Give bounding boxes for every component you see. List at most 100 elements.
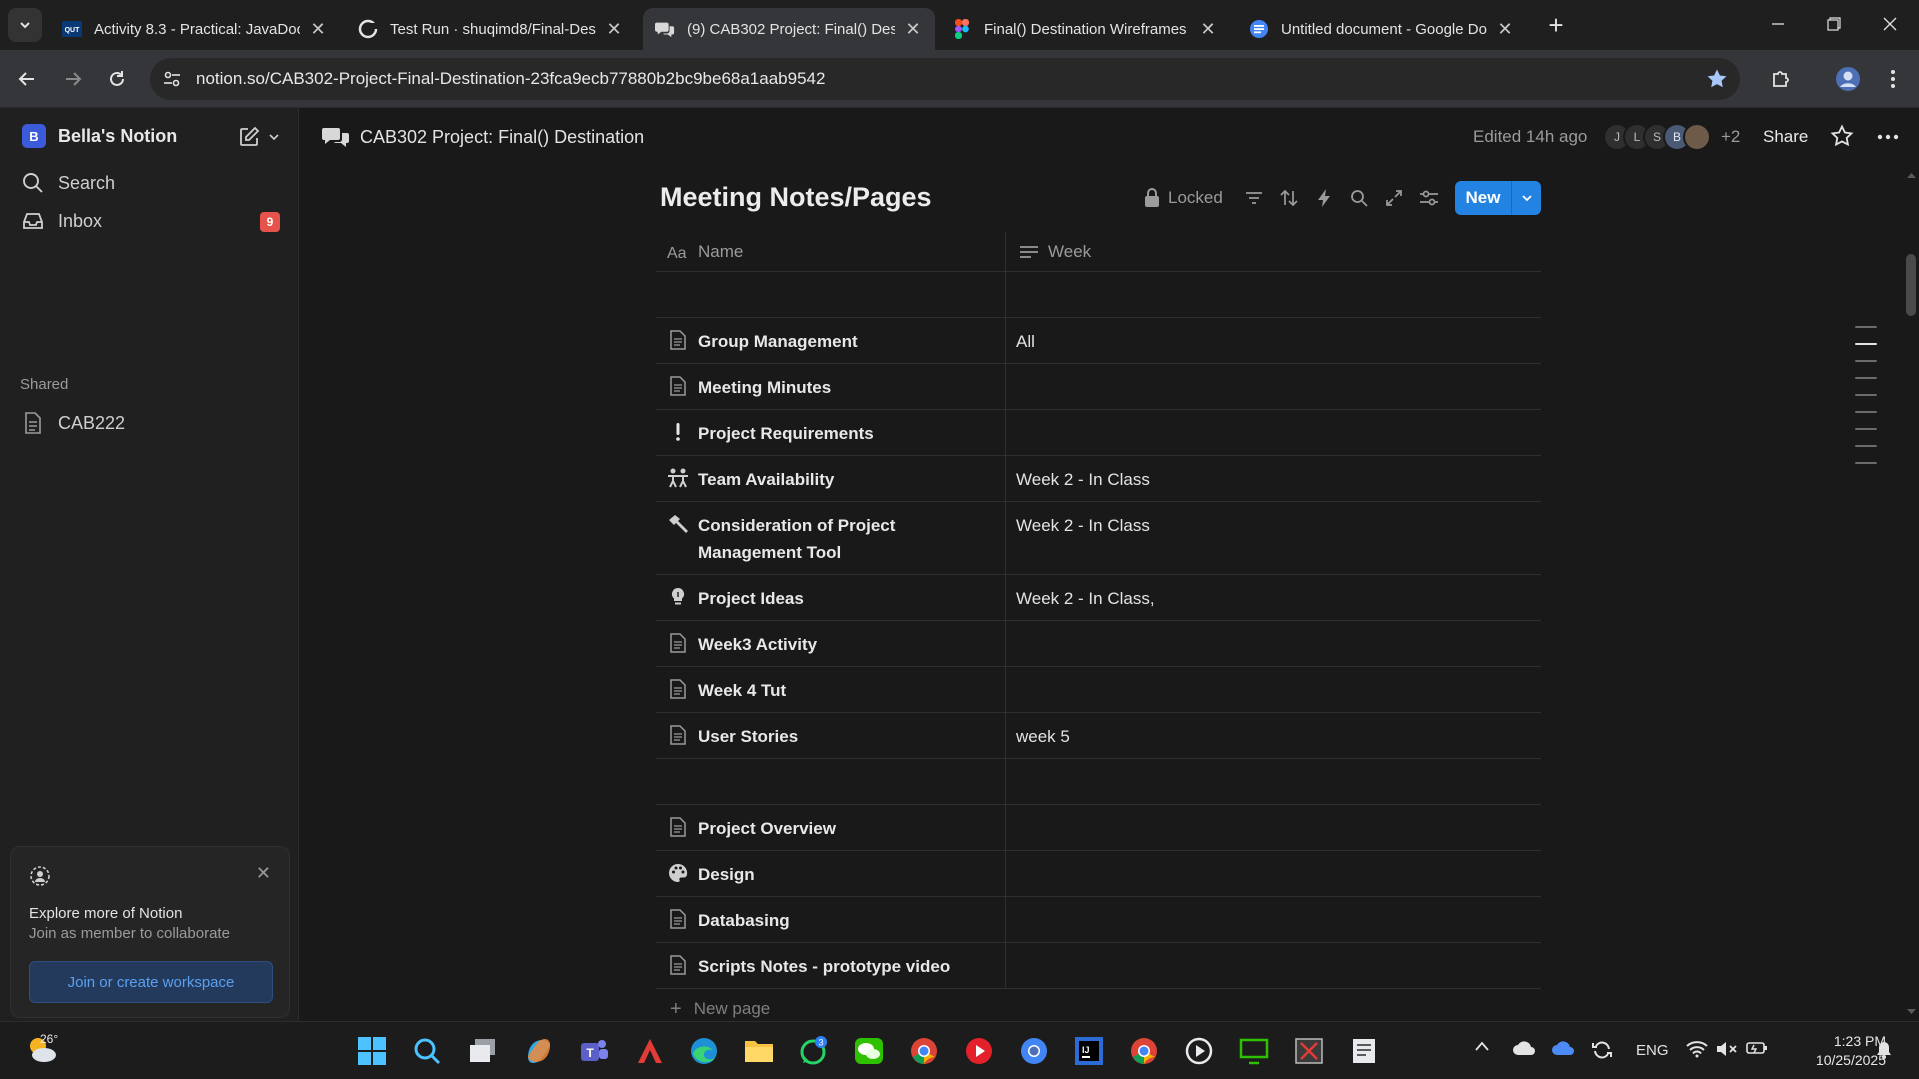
page-outline-minimap[interactable] [1855,326,1877,479]
weather-widget[interactable]: 26° [26,1032,60,1064]
table-row[interactable]: Meeting Minutes [656,364,1541,410]
row-name[interactable]: Week 4 Tut [698,677,786,704]
row-week[interactable] [1006,410,1541,455]
browser-tab-github[interactable]: Test Run · shuqimd8/Final-Desti ✕ [346,8,636,50]
notifications-bell-icon[interactable] [1874,1040,1894,1060]
share-button[interactable]: Share [1763,127,1808,147]
column-header-week[interactable]: Week [1006,232,1541,271]
locked-indicator[interactable]: Locked [1144,188,1223,208]
collaborator-avatars[interactable]: J L S B +2 [1603,123,1740,151]
row-week[interactable] [1006,272,1541,317]
more-options-icon[interactable] [1877,134,1899,140]
intellij-icon[interactable]: IJ [1073,1035,1105,1067]
copilot-icon[interactable] [523,1035,555,1067]
table-row[interactable]: Project Requirements [656,410,1541,456]
battery-icon[interactable] [1746,1040,1768,1056]
row-name[interactable]: Databasing [698,907,790,934]
browser-tab-figma[interactable]: Final() Destination Wireframes ✕ [940,8,1230,50]
favorite-star-icon[interactable] [1830,124,1854,148]
column-header-name[interactable]: Aa Name [656,232,1006,271]
show-hidden-icons-chevron-up-icon[interactable] [1474,1040,1490,1052]
tab-search-button[interactable] [8,8,42,42]
row-name[interactable]: Scripts Notes - prototype video [698,953,950,980]
page-scrollbar[interactable] [1904,166,1919,1021]
expand-icon[interactable] [1377,190,1412,206]
task-view-icon[interactable] [467,1035,499,1067]
filter-icon[interactable] [1237,191,1272,205]
wifi-icon[interactable] [1686,1040,1708,1058]
note-app-icon[interactable] [1348,1035,1380,1067]
row-week[interactable] [1006,943,1541,988]
system-clock[interactable]: 1:23 PM 10/25/2025 [1786,1032,1886,1070]
autodesk-icon[interactable] [634,1035,666,1067]
browser-tab-google-docs[interactable]: Untitled document - Google Do ✕ [1237,8,1527,50]
row-name[interactable]: Meeting Minutes [698,374,831,401]
browser-menu-button[interactable] [1878,64,1908,94]
new-entry-button[interactable]: New [1455,181,1541,215]
table-row[interactable]: Project Overview [656,805,1541,851]
row-week[interactable]: Week 2 - In Class [1006,456,1541,501]
row-week[interactable] [1006,364,1541,409]
back-button[interactable] [12,64,42,94]
minimize-button[interactable] [1750,0,1806,48]
new-page-compose-button[interactable] [238,126,280,148]
volume-muted-icon[interactable] [1716,1040,1738,1058]
row-week[interactable] [1006,805,1541,850]
bookmark-star-icon[interactable] [1706,68,1728,90]
table-row[interactable] [656,272,1541,318]
sidebar-item-inbox[interactable]: Inbox [20,206,102,236]
cloud-app-icon[interactable] [1512,1040,1536,1056]
close-icon[interactable]: ✕ [256,863,271,884]
row-name[interactable]: User Stories [698,723,798,750]
file-explorer-icon[interactable] [743,1035,775,1067]
restore-button[interactable] [1806,0,1862,48]
table-row[interactable]: Scripts Notes - prototype video [656,943,1541,989]
row-name[interactable]: Project Overview [698,815,836,842]
close-tab-icon[interactable]: ✕ [308,19,328,39]
forward-button[interactable] [58,64,88,94]
whatsapp-icon[interactable]: 3 [798,1035,830,1067]
edge-icon[interactable] [688,1035,720,1067]
row-week[interactable]: week 5 [1006,713,1541,758]
settings-sliders-icon[interactable] [1412,190,1447,206]
new-tab-button[interactable]: + [1542,12,1570,40]
scroll-down-arrow-icon[interactable] [1904,1007,1919,1017]
table-row[interactable]: Consideration of Project Management Tool… [656,502,1541,575]
row-name[interactable]: Design [698,861,755,888]
row-week[interactable] [1006,897,1541,942]
browser-tab-activity[interactable]: QUT Activity 8.3 - Practical: JavaDocs ✕ [50,8,340,50]
close-tab-icon[interactable]: ✕ [1198,19,1218,39]
chrome-profile-icon[interactable] [1018,1035,1050,1067]
scroll-up-arrow-icon[interactable] [1904,170,1919,180]
table-row[interactable]: Databasing [656,897,1541,943]
media-player-red-icon[interactable] [963,1035,995,1067]
chevron-down-icon[interactable] [1511,181,1541,215]
table-row[interactable]: Design [656,851,1541,897]
row-week[interactable] [1006,759,1541,804]
chat-screen-icon[interactable] [1238,1035,1270,1067]
row-week[interactable] [1006,621,1541,666]
profile-button[interactable] [1833,64,1863,94]
address-bar[interactable]: notion.so/CAB302-Project-Final-Destinati… [150,58,1740,100]
sync-icon[interactable] [1591,1040,1613,1060]
row-name[interactable]: Project Requirements [698,420,874,447]
search-icon[interactable] [1342,189,1377,207]
table-row[interactable] [656,759,1541,805]
close-tab-icon[interactable]: ✕ [604,19,624,39]
close-window-button[interactable] [1862,0,1918,48]
table-row[interactable]: Group Management All [656,318,1541,364]
row-week[interactable] [1006,667,1541,712]
sidebar-item-search[interactable]: Search [20,168,115,198]
join-workspace-button[interactable]: Join or create workspace [29,961,273,1003]
sort-icon[interactable] [1272,189,1307,207]
table-row[interactable]: Week3 Activity [656,621,1541,667]
chrome-alt-icon[interactable] [1128,1035,1160,1067]
close-tab-icon[interactable]: ✕ [903,19,923,39]
site-settings-icon[interactable] [160,67,184,91]
breadcrumb[interactable]: CAB302 Project: Final() Destination [322,126,644,148]
table-row[interactable]: Week 4 Tut [656,667,1541,713]
row-week[interactable] [1006,851,1541,896]
reload-button[interactable] [102,64,132,94]
row-week[interactable]: Week 2 - In Class, [1006,575,1541,620]
wechat-icon[interactable] [853,1035,885,1067]
